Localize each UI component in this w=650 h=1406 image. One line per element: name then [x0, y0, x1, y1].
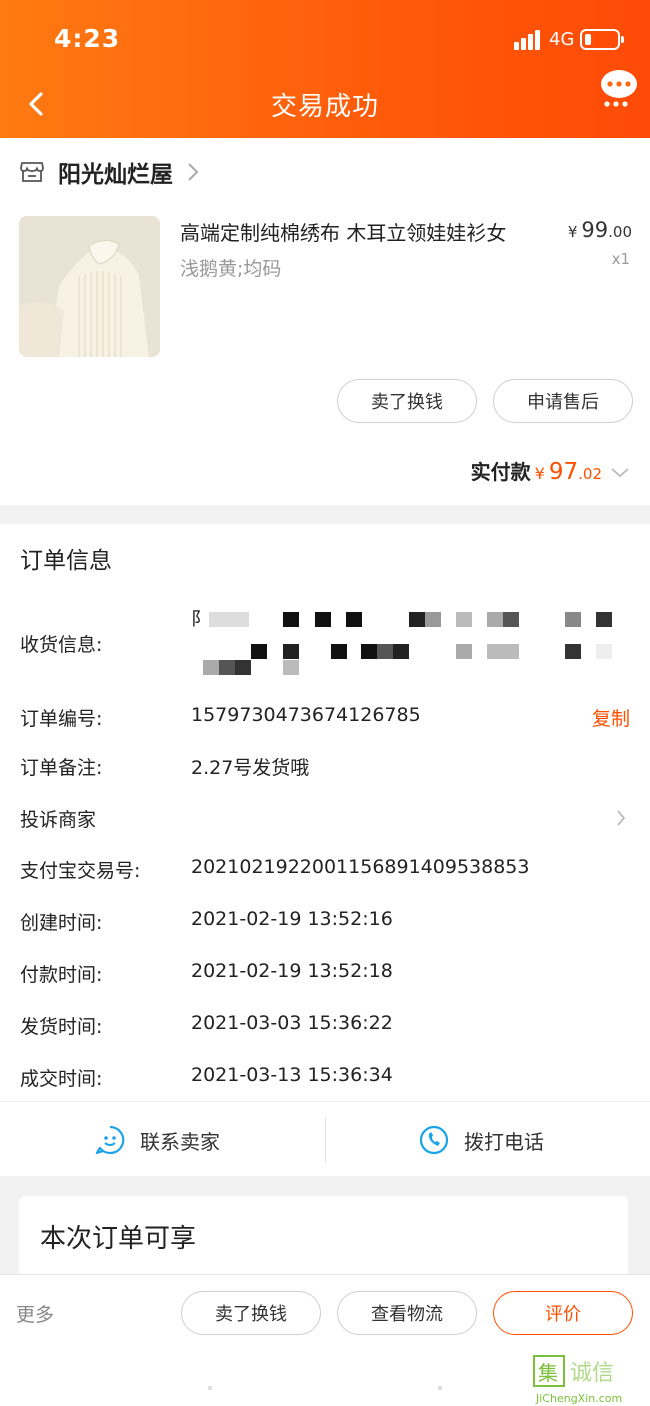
- product-sku: 浅鹅黄;均码: [180, 258, 282, 280]
- contact-seller-button[interactable]: 联系卖家: [94, 1120, 220, 1160]
- battery-icon: [580, 29, 624, 50]
- product-price: ¥99.00: [568, 218, 632, 242]
- paid-value: 2021-02-19 13:52:18: [191, 960, 393, 982]
- payment-int: 97: [548, 459, 579, 485]
- address-prefix: 阝: [191, 609, 209, 630]
- sell-for-cash-button[interactable]: 卖了换钱: [337, 379, 477, 423]
- after-sale-button[interactable]: 申请售后: [493, 379, 633, 423]
- order-no-value: 1579730473674126785: [191, 704, 421, 726]
- created-label: 创建时间:: [20, 912, 103, 934]
- product-quantity: x1: [611, 250, 630, 268]
- price-int: 99: [581, 218, 609, 242]
- remark-value: 2.27号发货哦: [191, 757, 310, 779]
- phone-icon: [419, 1125, 449, 1155]
- nav-header: 4:23 4G 交易成功: [0, 0, 650, 138]
- price-yen: ¥: [567, 223, 578, 241]
- completed-label: 成交时间:: [20, 1068, 103, 1090]
- divider: [0, 1101, 650, 1102]
- watermark-logo: 集 诚信 JiChengXin.com: [533, 1355, 622, 1405]
- address-label: 收货信息:: [20, 634, 103, 656]
- chevron-right-icon: [188, 163, 199, 181]
- svg-text:集: 集: [538, 1361, 558, 1385]
- shipped-value: 2021-03-03 15:36:22: [191, 1012, 393, 1034]
- order-no-label: 订单编号:: [20, 708, 103, 730]
- shop-name[interactable]: 阳光灿烂屋: [58, 155, 173, 189]
- copy-button[interactable]: 复制: [592, 704, 630, 731]
- call-label: 拨打电话: [464, 1129, 544, 1154]
- actual-payment[interactable]: 实付款 ¥ 97 .02: [471, 456, 630, 485]
- shop-row[interactable]: 阳光灿烂屋: [20, 154, 199, 190]
- svg-text:JiChengXin.com: JiChengXin.com: [535, 1392, 622, 1405]
- chevron-down-icon: [611, 468, 629, 478]
- chat-face-icon: [95, 1125, 125, 1155]
- created-value: 2021-02-19 13:52:16: [191, 908, 393, 930]
- product-thumbnail[interactable]: [19, 216, 160, 357]
- status-time: 4:23: [54, 24, 121, 53]
- svg-text:诚信: 诚信: [570, 1361, 614, 1386]
- payment-yen: ¥: [534, 464, 545, 483]
- home-indicator: [208, 1386, 442, 1390]
- completed-value: 2021-03-13 15:36:34: [191, 1064, 393, 1086]
- alipay-value: 2021021922001156891409538853: [191, 856, 530, 878]
- chat-more-icon[interactable]: [600, 68, 638, 108]
- shipped-label: 发货时间:: [20, 1016, 103, 1038]
- more-button[interactable]: 更多: [16, 1300, 54, 1327]
- shop-icon: [20, 162, 44, 182]
- complain-label: 投诉商家: [20, 809, 97, 831]
- review-button[interactable]: 评价: [493, 1291, 633, 1335]
- complain-row[interactable]: 投诉商家: [0, 796, 650, 840]
- network-type: 4G: [549, 29, 575, 50]
- order-info-title: 订单信息: [20, 548, 112, 574]
- benefit-title: 本次订单可享: [40, 1224, 197, 1254]
- address-redacted: 阝: [191, 604, 621, 678]
- divider: [325, 1118, 326, 1162]
- signal-icon: [514, 30, 542, 50]
- call-button[interactable]: 拨打电话: [418, 1120, 544, 1160]
- view-logistics-button[interactable]: 查看物流: [337, 1291, 477, 1335]
- remark-label: 订单备注:: [20, 757, 103, 779]
- paid-label: 付款时间:: [20, 964, 103, 986]
- bottom-sell-button[interactable]: 卖了换钱: [181, 1291, 321, 1335]
- payment-dec: .02: [578, 465, 602, 483]
- contact-seller-label: 联系卖家: [140, 1129, 220, 1154]
- price-dec: .00: [608, 223, 632, 241]
- payment-label: 实付款: [470, 460, 531, 484]
- product-title[interactable]: 高端定制纯棉绣布 木耳立领娃娃衫女: [180, 217, 506, 246]
- page-title: 交易成功: [270, 92, 379, 122]
- chevron-right-icon: [617, 810, 626, 826]
- alipay-label: 支付宝交易号:: [20, 860, 141, 882]
